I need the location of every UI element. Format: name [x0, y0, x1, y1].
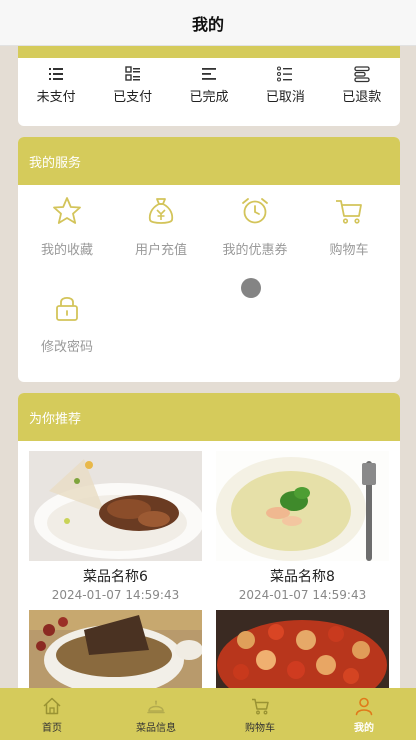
- dish-time: 2024-01-07 14:59:43: [51, 588, 180, 602]
- order-cancelled-label: 已取消: [265, 90, 305, 105]
- service-cart-label: 购物车: [329, 243, 369, 258]
- tab-cart-label: 购物车: [245, 723, 275, 734]
- touch-cursor: [241, 278, 261, 298]
- checklist-icon: [277, 66, 293, 82]
- dish-card[interactable]: 菜品名称6 2024-01-07 14:59:43: [29, 451, 202, 602]
- order-refunded-button[interactable]: 已退款: [327, 65, 397, 105]
- recommend-card-header: 为你推荐: [18, 393, 400, 441]
- dish-image: [216, 610, 389, 688]
- dish-image: [29, 610, 202, 688]
- dish-time: 2024-01-07 14:59:43: [238, 588, 367, 602]
- alarm-clock-icon: [242, 198, 268, 224]
- star-icon: [53, 197, 81, 224]
- order-paid-button[interactable]: 已支付: [98, 65, 168, 105]
- user-icon: [355, 697, 373, 716]
- recommend-title: 为你推荐: [29, 411, 82, 427]
- service-recharge-button[interactable]: 用户充值: [114, 193, 208, 290]
- list-icon: [49, 68, 64, 80]
- orders-card: 未支付 已支付 已完成 已取消 已退款: [18, 46, 400, 126]
- align-left-icon: [201, 68, 216, 80]
- dish-image: [29, 451, 202, 561]
- scroll-content[interactable]: 未支付 已支付 已完成 已取消 已退款 我的服务 我的收藏 用户充值 我的优惠券…: [0, 46, 416, 688]
- bottom-tab-bar: 首页 菜品信息 购物车 我的: [0, 688, 416, 740]
- home-icon: [43, 697, 61, 715]
- dish-info-icon: [147, 700, 165, 714]
- services-card: 我的服务 我的收藏 用户充值 我的优惠券 购物车 修改密码: [18, 137, 400, 382]
- grid-list-icon: [124, 66, 140, 81]
- tab-mine[interactable]: 我的: [312, 688, 416, 740]
- service-favorites-button[interactable]: 我的收藏: [20, 193, 114, 290]
- recommend-card: 为你推荐 菜品名称6 2024-01-07 14:59:43 菜品名称8 202…: [18, 393, 400, 688]
- dish-name: 菜品名称8: [270, 569, 335, 585]
- order-paid-label: 已支付: [113, 90, 153, 105]
- order-cancelled-button[interactable]: 已取消: [250, 65, 320, 105]
- dish-image: [216, 451, 389, 561]
- dish-card[interactable]: [29, 610, 202, 688]
- service-change-password-label: 修改密码: [40, 340, 93, 355]
- tab-home[interactable]: 首页: [0, 688, 104, 740]
- stack-icon: [354, 66, 370, 83]
- order-completed-button[interactable]: 已完成: [174, 65, 244, 105]
- service-favorites-label: 我的收藏: [40, 243, 93, 258]
- order-refunded-label: 已退款: [342, 90, 382, 105]
- service-coupons-button[interactable]: 我的优惠券: [208, 193, 302, 290]
- orders-card-header: [18, 46, 400, 58]
- service-recharge-label: 用户充值: [134, 243, 187, 258]
- service-cart-button[interactable]: 购物车: [302, 193, 396, 290]
- cart-icon: [336, 200, 362, 224]
- services-card-header: 我的服务: [18, 137, 400, 185]
- service-change-password-button[interactable]: 修改密码: [20, 290, 114, 382]
- order-unpaid-label: 未支付: [36, 90, 76, 105]
- tab-mine-label: 我的: [354, 723, 374, 734]
- dish-name: 菜品名称6: [83, 569, 148, 585]
- tab-home-label: 首页: [42, 723, 62, 734]
- dish-card[interactable]: [216, 610, 389, 688]
- dish-card[interactable]: 菜品名称8 2024-01-07 14:59:43: [216, 451, 389, 602]
- service-coupons-label: 我的优惠券: [222, 243, 288, 258]
- order-unpaid-button[interactable]: 未支付: [21, 65, 91, 105]
- cart-icon: [252, 698, 269, 715]
- money-bag-icon: [148, 198, 174, 224]
- tab-dishes-label: 菜品信息: [136, 723, 176, 734]
- tab-cart[interactable]: 购物车: [208, 688, 312, 740]
- order-completed-label: 已完成: [189, 90, 229, 105]
- lock-icon: [56, 296, 78, 321]
- top-header: 我的: [0, 0, 416, 46]
- page-title: 我的: [191, 14, 224, 34]
- services-title: 我的服务: [29, 155, 82, 171]
- tab-dishes[interactable]: 菜品信息: [104, 688, 208, 740]
